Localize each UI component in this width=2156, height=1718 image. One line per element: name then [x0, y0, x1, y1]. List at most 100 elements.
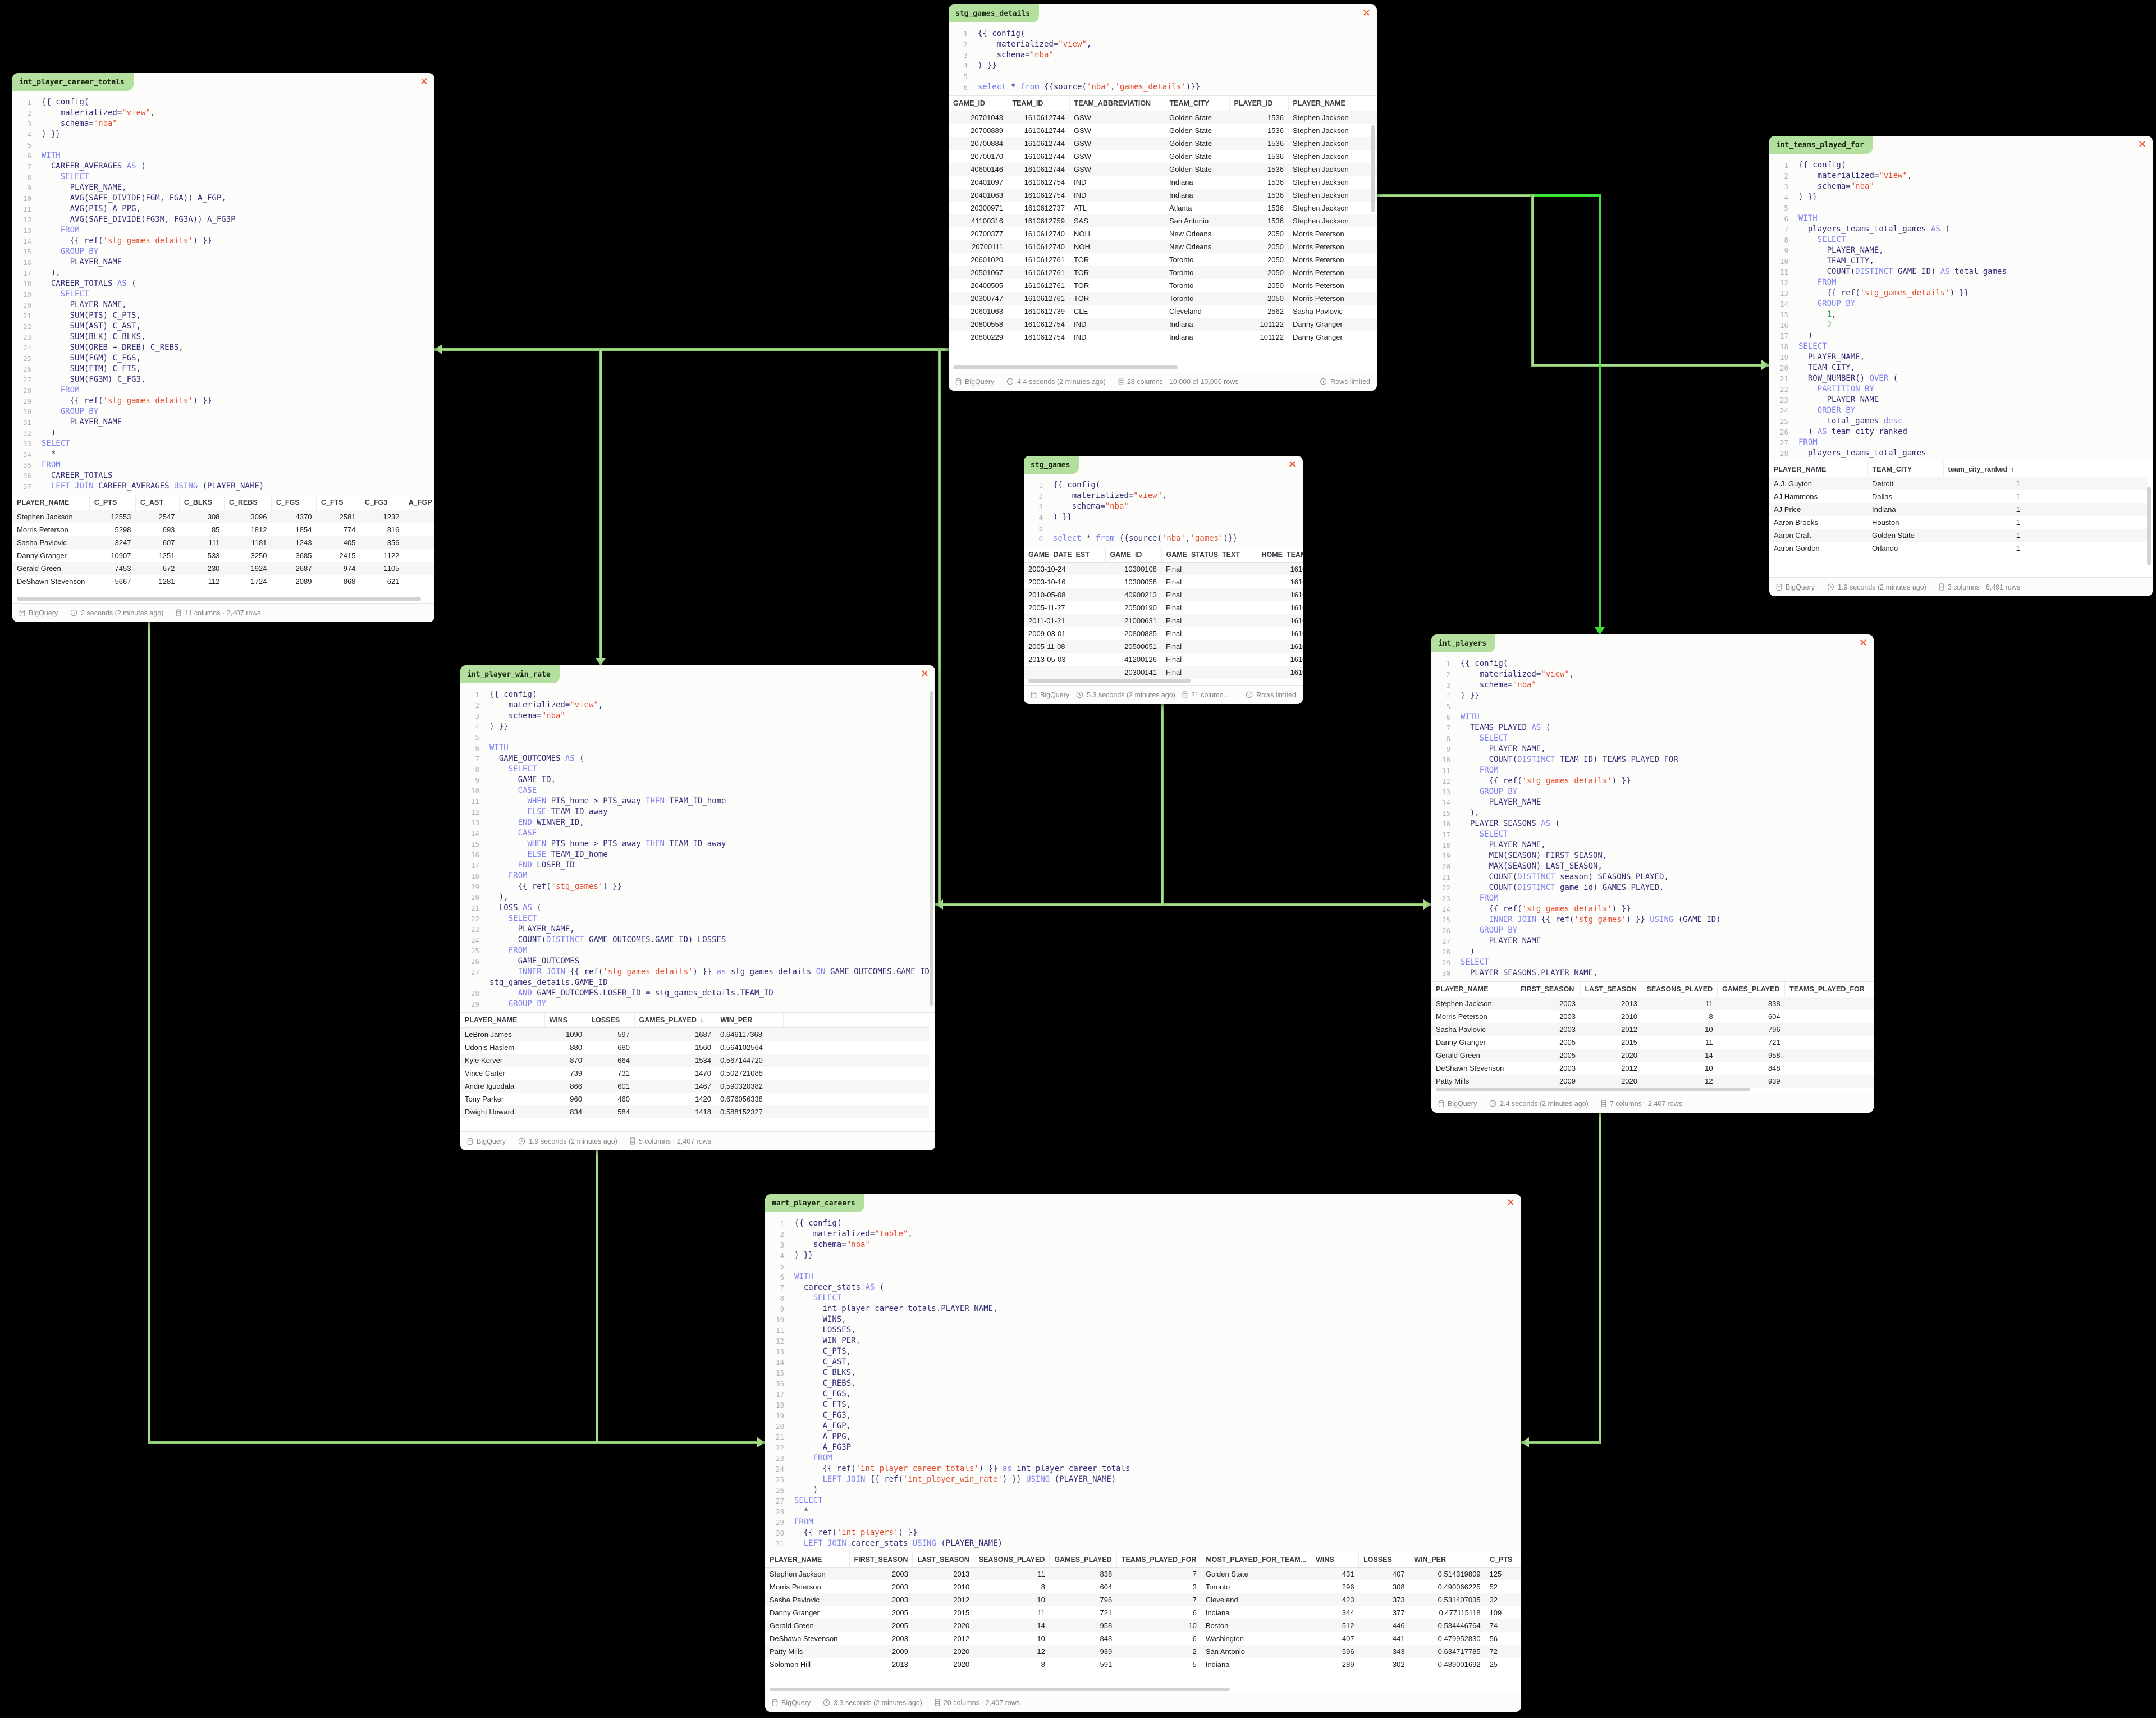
column-header[interactable] — [2025, 462, 2148, 477]
sql-editor[interactable]: 1{{ config(2 materialized="view",3 schem… — [949, 24, 1377, 95]
table-row[interactable]: 207010431610612744GSWGolden State1536Ste… — [949, 111, 1377, 125]
table-row[interactable]: 406001461610612744GSWGolden State1536Ste… — [949, 163, 1377, 176]
sort-arrow-icon[interactable]: ↓ — [697, 1016, 703, 1024]
column-header[interactable]: GAMES_PLAYED — [1718, 982, 1785, 997]
model-title-tab[interactable]: int_player_career_totals — [12, 73, 134, 91]
table-row[interactable]: Kyle Korver87066415340.567144720 — [460, 1054, 929, 1067]
table-row[interactable]: Aaron BrooksHouston1 — [1769, 516, 2148, 529]
table-row[interactable]: 207008841610612744GSWGolden State1536Ste… — [949, 137, 1377, 150]
table-row[interactable]: Andre Iguodala86660114670.590320382 — [460, 1080, 929, 1093]
column-header[interactable]: TEAM_CITY — [1165, 96, 1229, 111]
close-icon[interactable]: × — [1288, 459, 1297, 469]
table-row[interactable]: Gerald Green2005202014958 — [1431, 1049, 1874, 1062]
table-row[interactable]: 206010631610612739CLECleveland2562Sasha … — [949, 305, 1377, 318]
column-header[interactable] — [783, 1013, 929, 1028]
results-table[interactable]: PLAYER_NAMEC_PTSC_ASTC_BLKSC_REBSC_FGSC_… — [12, 495, 434, 603]
close-icon[interactable]: × — [921, 669, 929, 679]
column-header[interactable]: LAST_SEASON — [913, 1552, 974, 1568]
sort-arrow-icon[interactable]: ↑ — [2007, 465, 2014, 473]
table-row[interactable]: Sasha Pavlovic2003201210796 — [1431, 1023, 1874, 1036]
column-header[interactable]: LOSSES — [1359, 1552, 1409, 1568]
table-row[interactable]: Morris Peterson2003201086043Toronto29630… — [765, 1580, 1521, 1593]
horizontal-scrollbar[interactable] — [770, 1688, 1230, 1691]
horizontal-scrollbar[interactable] — [1028, 679, 1191, 683]
sql-editor[interactable]: 1{{ config(2 materialized="view",3 schem… — [460, 684, 935, 1012]
column-header[interactable]: GAMES_PLAYED↓ — [634, 1013, 716, 1028]
results-table[interactable]: GAME_DATE_ESTGAME_IDGAME_STATUS_TEXTHOME… — [1024, 547, 1303, 685]
table-row[interactable]: 2005-11-0820500051Final1610 — [1024, 640, 1303, 653]
table-row[interactable]: 2010-05-0840900213Final1610 — [1024, 588, 1303, 601]
table-row[interactable]: 2003-10-1610300058Final1610 — [1024, 575, 1303, 588]
table-row[interactable]: 203007471610612761TORToronto2050Morris P… — [949, 292, 1377, 305]
results-table[interactable]: PLAYER_NAMEWINSLOSSESGAMES_PLAYED↓WIN_PE… — [460, 1012, 935, 1131]
table-row[interactable]: Dwight Howard83458414180.588152327 — [460, 1105, 929, 1118]
column-header[interactable]: C_PTS — [1485, 1552, 1521, 1568]
table-row[interactable]: Gerald Green7453672230192426879741105 — [12, 562, 434, 575]
column-header[interactable]: HOME_TEAM — [1257, 547, 1303, 563]
table-row[interactable]: Vince Carter73973114700.502721088 — [460, 1067, 929, 1080]
column-header[interactable]: FIRST_SEASON — [849, 1552, 913, 1568]
column-header[interactable]: GAME_STATUS_TEXT — [1161, 547, 1257, 563]
table-row[interactable]: Patty Mills20092020129392San Antonio5963… — [765, 1645, 1521, 1658]
table-row[interactable]: Danny Granger2005201511721 — [1431, 1036, 1874, 1049]
table-row[interactable]: 2013-05-0341200126Final1610 — [1024, 653, 1303, 666]
model-title-tab[interactable]: int_player_win_rate — [460, 665, 560, 683]
column-header[interactable]: WIN_PER — [1409, 1552, 1485, 1568]
sql-editor[interactable]: 1{{ config(2 materialized="view",3 schem… — [1024, 475, 1303, 547]
model-window-int_player_career_totals[interactable]: int_player_career_totals × 1{{ config(2 … — [12, 73, 434, 622]
table-row[interactable]: Morris Peterson52986938518121854774816 — [12, 523, 434, 536]
table-row[interactable]: 208005581610612754INDIndiana101122Danny … — [949, 318, 1377, 331]
table-row[interactable]: Gerald Green200520201495810Boston5124460… — [765, 1619, 1521, 1632]
horizontal-scrollbar[interactable] — [17, 597, 421, 601]
table-row[interactable]: 204010631610612754INDIndiana1536Stephen … — [949, 189, 1377, 202]
sql-editor[interactable]: 1{{ config(2 materialized="view",3 schem… — [1769, 155, 2153, 462]
table-row[interactable]: Morris Peterson200320108604 — [1431, 1010, 1874, 1023]
table-row[interactable]: 20300141Final1610 — [1024, 666, 1303, 679]
vertical-scrollbar[interactable] — [1371, 125, 1375, 212]
column-header[interactable]: C_FGS — [271, 495, 316, 510]
column-header[interactable]: SEASONS_PLAYED — [974, 1552, 1050, 1568]
column-header[interactable]: SEASONS_PLAYED — [1642, 982, 1718, 997]
table-row[interactable]: 206010201610612761TORToronto2050Morris P… — [949, 253, 1377, 266]
table-row[interactable]: DeShawn Stevenson2003201210848 — [1431, 1062, 1874, 1075]
table-row[interactable]: AJ HammonsDallas1 — [1769, 490, 2148, 503]
results-table[interactable]: PLAYER_NAMEFIRST_SEASONLAST_SEASONSEASON… — [765, 1552, 1521, 1693]
table-row[interactable]: 207001111610612740NOHNew Orleans2050Morr… — [949, 240, 1377, 253]
table-row[interactable]: Danny Granger109071251533325036852415112… — [12, 549, 434, 562]
column-header[interactable]: C_AST — [135, 495, 179, 510]
column-header[interactable]: C_BLKS — [179, 495, 224, 510]
column-header[interactable]: PLAYER_NAME — [12, 495, 89, 510]
results-table[interactable]: GAME_IDTEAM_IDTEAM_ABBREVIATIONTEAM_CITY… — [949, 95, 1377, 372]
table-row[interactable]: Stephen Jackson2003201311838 — [1431, 997, 1874, 1011]
table-row[interactable]: DeShawn Stevenson56671281112172420898686… — [12, 575, 434, 588]
column-header[interactable]: C_FTS — [316, 495, 360, 510]
column-header[interactable]: MOST_PLAYED_FOR_TEAM... — [1201, 1552, 1311, 1568]
horizontal-scrollbar[interactable] — [953, 365, 1178, 369]
table-row[interactable]: Udonis Haslem88068015600.564102564 — [460, 1041, 929, 1054]
close-icon[interactable]: × — [1507, 1198, 1515, 1208]
table-row[interactable]: Tony Parker96046014200.676056338 — [460, 1093, 929, 1105]
column-header[interactable]: GAMES_PLAYED — [1050, 1552, 1116, 1568]
column-header[interactable]: A_FGP — [404, 495, 434, 510]
table-row[interactable]: LeBron James109059716870.646117368 — [460, 1028, 929, 1041]
model-title-tab[interactable]: stg_games_details — [949, 4, 1039, 22]
column-header[interactable]: TEAM_ID — [1008, 96, 1069, 111]
column-header[interactable]: LOSSES — [587, 1013, 634, 1028]
column-header[interactable]: WINS — [1311, 1552, 1359, 1568]
table-row[interactable]: 411003161610612759SASSan Antonio1536Step… — [949, 214, 1377, 227]
table-row[interactable]: AJ PriceIndiana1 — [1769, 503, 2148, 516]
column-header[interactable]: C_FG3 — [360, 495, 404, 510]
column-header[interactable]: TEAM_CITY — [1867, 462, 1943, 477]
column-header[interactable]: PLAYER_NAME — [765, 1552, 849, 1568]
column-header[interactable]: LAST_SEASON — [1580, 982, 1642, 997]
sql-editor[interactable]: 1{{ config(2 materialized="table",3 sche… — [765, 1213, 1521, 1552]
close-icon[interactable]: × — [1859, 638, 1867, 648]
model-title-tab[interactable]: stg_games — [1024, 456, 1079, 474]
column-header[interactable]: C_REBS — [224, 495, 271, 510]
column-header[interactable]: PLAYER_NAME — [460, 1013, 544, 1028]
table-row[interactable]: Stephen Jackson1255325473083096437025811… — [12, 510, 434, 524]
column-header[interactable]: team_city_ranked↑ — [1943, 462, 2025, 477]
table-row[interactable]: 207008891610612744GSWGolden State1536Ste… — [949, 124, 1377, 137]
table-row[interactable]: 207003771610612740NOHNew Orleans2050Morr… — [949, 227, 1377, 240]
table-row[interactable]: Aaron GordonOrlando1 — [1769, 542, 2148, 555]
